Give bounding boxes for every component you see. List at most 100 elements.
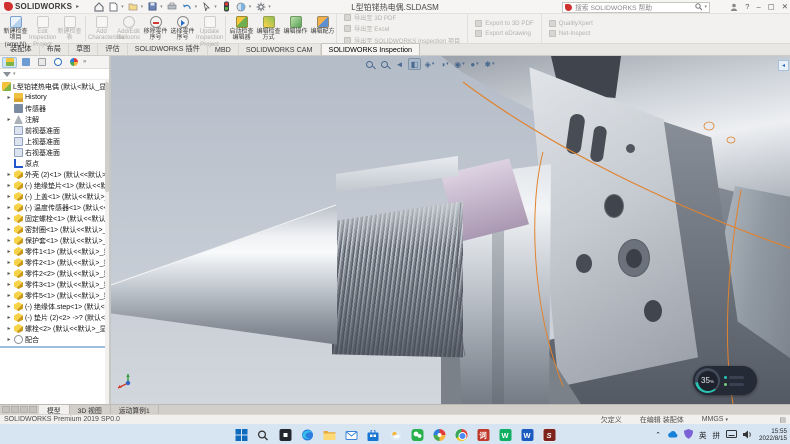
save-icon[interactable] — [147, 1, 158, 12]
section-view-icon[interactable]: ◧ — [408, 58, 421, 70]
display-style-icon[interactable]: ◑▾ — [438, 58, 451, 70]
tree-filter-row[interactable]: ▾ — [0, 69, 109, 80]
expand-arrow-icon[interactable]: ▸ — [6, 314, 12, 321]
expand-arrow-icon[interactable]: ▸ — [6, 193, 12, 200]
new-check-sheet-button[interactable]: 新建检查表 — [56, 14, 83, 43]
dimxpertmanager-tab[interactable] — [50, 57, 65, 68]
user-icon[interactable] — [730, 3, 738, 11]
rebuild-icon[interactable] — [221, 1, 232, 12]
tree-item-part[interactable]: ▸零件5<1> (默认<<默认>_显示状 — [0, 290, 109, 301]
expand-arrow-icon[interactable]: ▸ — [6, 171, 12, 178]
tree-item-part[interactable]: ▸(-) 垫片 (2)<2> ->? (默认<<默认 — [0, 312, 109, 323]
appearance-icon[interactable] — [236, 1, 247, 12]
tree-item-part[interactable]: ▸(-) 绝缘体.step<1> (默认<<默认> — [0, 301, 109, 312]
units-selector[interactable]: MMGS▾ — [702, 416, 728, 423]
expand-arrow-icon[interactable]: ▸ — [6, 94, 12, 101]
new-inspection-project-button[interactable]: 新建检查项目 (amp;N) — [2, 14, 29, 43]
expand-arrow-icon[interactable]: ▸ — [6, 292, 12, 299]
expand-arrow-icon[interactable]: ▸ — [6, 116, 12, 123]
expand-arrow-icon[interactable]: ▸ — [6, 204, 12, 211]
tree-item-history[interactable]: ▸History — [0, 92, 109, 103]
home-icon[interactable] — [93, 1, 104, 12]
zoom-percent-widget[interactable]: 35 % — [693, 366, 757, 395]
search-icon[interactable] — [695, 3, 703, 11]
tab-mbd[interactable]: MBD — [208, 44, 239, 55]
add-edit-balloons-button[interactable]: Add/Edit Balloons — [115, 14, 142, 43]
tab-scroll-first[interactable] — [2, 406, 10, 413]
tray-expand-icon[interactable]: ⌃ — [655, 431, 661, 439]
tab-model[interactable]: 模型 — [39, 405, 70, 414]
select-balloons-button[interactable]: 选择零件序号 — [169, 14, 196, 43]
panel-tabs-overflow-icon[interactable]: » — [83, 59, 86, 65]
edit-inspection-project-button[interactable]: Edit Inspection Project — [29, 14, 56, 43]
tab-motion-study[interactable]: 运动算例1 — [111, 405, 159, 414]
zoom-area-icon[interactable] — [378, 58, 391, 70]
weather-button[interactable] — [388, 428, 403, 443]
qualityxpert-item[interactable]: QualityXpert — [549, 20, 593, 27]
featuremanager-tab[interactable] — [2, 57, 17, 68]
tree-item-front-plane[interactable]: 前视基准面 — [0, 125, 109, 136]
security-shield-icon[interactable] — [684, 429, 693, 441]
expand-arrow-icon[interactable]: ▸ — [6, 248, 12, 255]
hide-show-items-icon[interactable]: ◉▾ — [453, 58, 466, 70]
search-caret-icon[interactable]: ▾ — [704, 4, 707, 10]
expand-arrow-icon[interactable]: ▸ — [6, 303, 12, 310]
file-explorer-button[interactable] — [322, 428, 337, 443]
wechat-button[interactable] — [410, 428, 425, 443]
open-caret-icon[interactable]: ▾ — [141, 4, 144, 10]
green-app-button[interactable]: W — [498, 428, 513, 443]
configurationmanager-tab[interactable] — [34, 57, 49, 68]
tab-scroll-next[interactable] — [20, 406, 28, 413]
onedrive-icon[interactable] — [667, 430, 678, 441]
tree-item-part[interactable]: ▸保护套<1> (默认<<默认>_显示状 — [0, 235, 109, 246]
minimize-button[interactable]: – — [756, 0, 760, 13]
tab-inspection[interactable]: SOLIDWORKS Inspection — [321, 43, 421, 55]
options-icon[interactable] — [255, 1, 266, 12]
task-pane-tab[interactable]: ◂ — [778, 60, 789, 71]
tree-item-sensors[interactable]: 传感器 — [0, 103, 109, 114]
filter-caret-icon[interactable]: ▾ — [13, 71, 16, 77]
edit-operation-button[interactable]: 编辑操作 — [282, 14, 309, 43]
status-custom-icon[interactable]: ▤ — [779, 416, 786, 424]
menu-expand-icon[interactable]: ▸ — [76, 3, 79, 10]
tree-item-part[interactable]: ▸外壳 (2)<1> (默认<<默认>_显示状 — [0, 169, 109, 180]
tab-evaluate[interactable]: 评估 — [98, 43, 127, 55]
tree-item-part[interactable]: ▸(-) 上盖<1> (默认<<默认>_显示状 — [0, 191, 109, 202]
add-characteristic-button[interactable]: Add Characteristic — [88, 14, 115, 43]
tree-item-part[interactable]: ▸(-) 绝缘垫片<1> (默认<<默认>_显 — [0, 180, 109, 191]
expand-arrow-icon[interactable]: ▸ — [6, 215, 12, 222]
tree-split-handle[interactable] — [0, 346, 109, 348]
tab-cam[interactable]: SOLIDWORKS CAM — [239, 44, 321, 55]
select-icon[interactable] — [201, 1, 212, 12]
appearance-caret-icon[interactable]: ▾ — [249, 4, 252, 10]
tree-item-origin[interactable]: 原点 — [0, 158, 109, 169]
print-icon[interactable] — [167, 1, 178, 12]
new-caret-icon[interactable]: ▾ — [121, 4, 124, 10]
close-button[interactable]: ✕ — [782, 0, 788, 13]
tab-assembly[interactable]: 装配体 — [3, 43, 40, 55]
search-button[interactable] — [256, 428, 271, 443]
zoom-fit-icon[interactable] — [363, 58, 376, 70]
expand-arrow-icon[interactable]: ▸ — [6, 226, 12, 233]
tab-layout[interactable]: 布局 — [40, 43, 69, 55]
clock[interactable]: 15:55 2022/8/15 — [759, 428, 787, 442]
options-caret-icon[interactable]: ▾ — [268, 4, 271, 10]
tree-item-right-plane[interactable]: 右视基准面 — [0, 147, 109, 158]
maximize-button[interactable]: ▢ — [768, 0, 775, 13]
edge-button[interactable] — [300, 428, 315, 443]
new-document-icon[interactable] — [108, 1, 119, 12]
export-edrawing-item[interactable]: Export eDrawing — [475, 30, 534, 37]
view-orientation-icon[interactable]: ◈▾ — [423, 58, 436, 70]
tree-item-root[interactable]: L型铂铑热电偶 (默认<默认_显示状态-1 — [0, 81, 109, 92]
expand-arrow-icon[interactable]: ▸ — [6, 336, 12, 343]
tree-scrollbar-thumb[interactable] — [105, 82, 109, 192]
browser-360-button[interactable] — [432, 428, 447, 443]
edit-recipe-button[interactable]: 编辑配方 — [309, 14, 336, 43]
tree-item-part[interactable]: ▸零件3<1> (默认<<默认>_显示状 — [0, 279, 109, 290]
help-search-box[interactable]: 搜索 SOLIDWORKS 帮助 ▾ — [562, 2, 710, 13]
solidworks-taskbar-button[interactable]: S — [542, 428, 557, 443]
remove-balloons-button[interactable]: 移除零件序号 — [142, 14, 169, 43]
tree-item-annotations[interactable]: ▸注解 — [0, 114, 109, 125]
start-button[interactable] — [234, 428, 249, 443]
chrome-button[interactable] — [454, 428, 469, 443]
